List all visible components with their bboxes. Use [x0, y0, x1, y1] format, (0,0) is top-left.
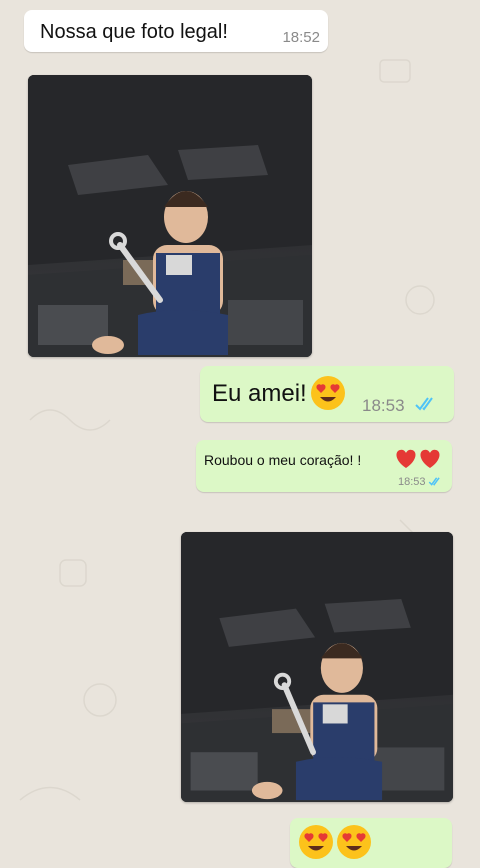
message-time: 18:53 [398, 476, 426, 488]
message-text: Roubou o meu coração! ! [204, 452, 362, 468]
message-text: Nossa que foto legal! [40, 21, 228, 43]
heart-eyes-icon [311, 376, 345, 410]
heart-eyes-icon [299, 825, 333, 859]
baby-mechanic-photo [28, 75, 312, 357]
incoming-message-bubble[interactable]: Nossa que foto legal! 18:52 [24, 10, 328, 52]
incoming-photo-message[interactable] [28, 75, 312, 357]
outgoing-emoji-message[interactable] [290, 818, 452, 868]
message-time: 18:52 [282, 29, 320, 46]
outgoing-message-bubble[interactable]: Roubou o meu coração! ! 18:53 [196, 440, 452, 492]
outgoing-message-bubble[interactable]: Eu amei! 18:53 [200, 366, 454, 422]
message-text: Eu amei! [212, 380, 307, 407]
double-check-read-icon [415, 397, 433, 411]
baby-mechanic-photo [181, 532, 453, 802]
double-check-read-icon [428, 477, 440, 486]
red-heart-icon [396, 449, 440, 468]
outgoing-photo-message[interactable] [181, 532, 453, 802]
message-time: 18:53 [362, 396, 405, 415]
heart-eyes-icon [337, 825, 371, 859]
